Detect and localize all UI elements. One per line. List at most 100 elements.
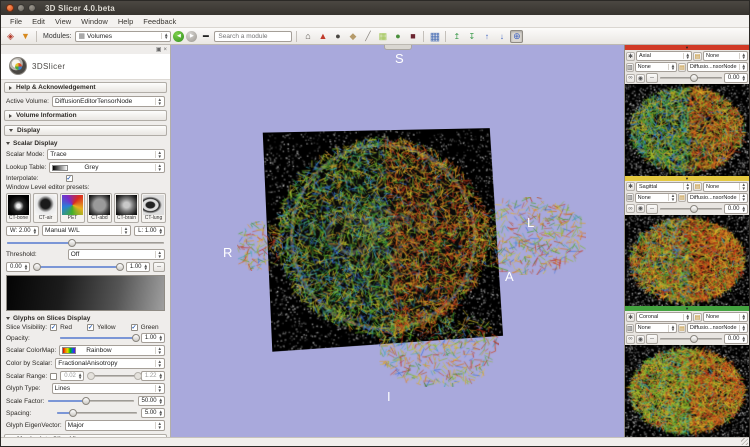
editor-icon[interactable]: ▦ xyxy=(376,30,389,43)
transform-drop-icon[interactable]: ↧ xyxy=(465,30,478,43)
annotations-icon[interactable]: ● xyxy=(331,30,344,43)
layers-icon[interactable]: ▤ xyxy=(693,313,702,322)
window-minimize-button[interactable] xyxy=(17,4,25,12)
menu-file[interactable]: File xyxy=(5,15,27,28)
layers-icon[interactable]: ▤ xyxy=(693,182,702,191)
scalar-mode-selector[interactable]: Trace ▲ ▼ xyxy=(47,149,165,160)
coronal-offset-spinbox[interactable]: 0.00 ▲ ▼ xyxy=(724,334,748,344)
gear-icon[interactable]: ✱ xyxy=(626,313,635,322)
link-icon[interactable]: ∞ xyxy=(626,204,635,213)
opacity-spinbox[interactable]: 1.00 ▲ ▼ xyxy=(141,333,165,343)
threshold-selector[interactable]: Off ▲ ▼ xyxy=(68,249,165,260)
layers-icon[interactable]: ▤ xyxy=(678,324,686,333)
axial-color-bar[interactable]: ▼ xyxy=(625,45,749,50)
threshold-range-slider[interactable] xyxy=(33,263,123,272)
coronal-volume-selector[interactable]: Diffusio...nsorNode ▲ ▼ xyxy=(687,323,748,333)
eye-icon[interactable]: ◉ xyxy=(636,74,645,83)
models-icon[interactable]: ◆ xyxy=(346,30,359,43)
red-visibility-checkbox[interactable]: ✓ xyxy=(50,324,57,331)
lookup-table-selector[interactable]: Grey ▲ ▼ xyxy=(49,162,165,173)
link-icon[interactable]: ∞ xyxy=(626,335,635,344)
window-level-slider[interactable] xyxy=(6,238,165,247)
coronal-foreground-selector[interactable]: None ▲ ▼ xyxy=(703,312,748,322)
axial-label-selector[interactable]: None ▲ ▼ xyxy=(635,62,678,72)
scalar-range-min-spinbox[interactable]: 0.02 ▲ ▼ xyxy=(60,371,84,381)
link-icon[interactable]: ∞ xyxy=(626,74,635,83)
dti-module-icon[interactable]: ▲ xyxy=(316,30,329,43)
scalar-display-header[interactable]: Scalar Display xyxy=(6,140,165,147)
axial-orientation-selector[interactable]: Axial ▲ ▼ xyxy=(636,51,692,61)
menu-view[interactable]: View xyxy=(50,15,76,28)
menu-feedback[interactable]: Feedback xyxy=(138,15,181,28)
interpolate-checkbox[interactable]: ✓ xyxy=(66,175,73,182)
scale-factor-slider[interactable] xyxy=(47,397,134,406)
coronal-orientation-selector[interactable]: Coronal ▲ ▼ xyxy=(636,312,692,322)
home-icon[interactable]: ⌂ xyxy=(301,30,314,43)
module-back-button[interactable]: ◀ xyxy=(173,31,184,42)
measure-icon[interactable]: ╱ xyxy=(361,30,374,43)
sagittal-volume-selector[interactable]: Diffusio...nsorNode ▲ ▼ xyxy=(687,193,748,203)
scale-factor-spinbox[interactable]: 50.00 ▲ ▼ xyxy=(138,396,165,406)
view-controller-tab[interactable] xyxy=(384,45,412,50)
layout-selector-icon[interactable]: ▦ xyxy=(428,30,441,43)
glyphs-header[interactable]: Glyphs on Slices Display xyxy=(6,315,165,322)
coronal-slice-image[interactable] xyxy=(625,345,749,437)
screen-capture-icon[interactable]: ■ xyxy=(406,30,419,43)
sagittal-orientation-selector[interactable]: Sagittal ▲ ▼ xyxy=(636,182,692,192)
scalar-range-checkbox[interactable] xyxy=(50,373,57,380)
label-layer-icon[interactable]: ▥ xyxy=(626,63,634,72)
gear-icon[interactable]: ✱ xyxy=(626,182,635,191)
crosshair-toggle-icon[interactable]: ⊕ xyxy=(510,30,523,43)
preset-ct-bone[interactable]: CT-bone xyxy=(6,193,31,223)
scalar-range-slider[interactable] xyxy=(87,372,137,381)
load-data-icon[interactable]: ◈ xyxy=(4,30,17,43)
glyph-type-selector[interactable]: Lines ▲ ▼ xyxy=(52,383,165,394)
eigenvector-selector[interactable]: Major ▲ ▼ xyxy=(65,420,165,431)
module-selector[interactable]: ▦ Volumes ▲ ▼ xyxy=(75,31,171,42)
coronal-label-selector[interactable]: None ▲ ▼ xyxy=(635,323,678,333)
menu-edit[interactable]: Edit xyxy=(27,15,50,28)
axial-dash-button[interactable]: -- xyxy=(646,73,658,83)
layers-icon[interactable]: ▤ xyxy=(678,63,686,72)
sagittal-label-selector[interactable]: None ▲ ▼ xyxy=(635,193,678,203)
spacing-spinbox[interactable]: 5.00 ▲ ▼ xyxy=(141,408,165,418)
sagittal-dash-button[interactable]: -- xyxy=(646,204,658,214)
window-close-button[interactable] xyxy=(6,4,14,12)
section-display[interactable]: Display xyxy=(4,125,167,136)
spacing-slider[interactable] xyxy=(56,409,138,418)
preset-ct-air[interactable]: CT-air xyxy=(33,193,58,223)
search-input[interactable] xyxy=(214,31,292,42)
save-icon[interactable]: ▼ xyxy=(19,30,32,43)
section-volume-info[interactable]: Volume Information xyxy=(4,110,167,121)
sagittal-color-bar[interactable]: ▼ xyxy=(625,176,749,181)
axial-offset-spinbox[interactable]: 0.00 ▲ ▼ xyxy=(724,73,748,83)
menu-window[interactable]: Window xyxy=(76,15,113,28)
green-visibility-checkbox[interactable]: ✓ xyxy=(131,324,138,331)
axial-foreground-selector[interactable]: None ▲ ▼ xyxy=(703,51,748,61)
module-history-icon[interactable]: ▬ xyxy=(199,30,212,43)
coronal-color-bar[interactable]: ▼ xyxy=(625,306,749,311)
axial-slice-image[interactable] xyxy=(625,84,749,176)
menu-help[interactable]: Help xyxy=(113,15,138,28)
section-help[interactable]: Help & Acknowledgement xyxy=(4,82,167,93)
eye-icon[interactable]: ◉ xyxy=(636,204,645,213)
label-layer-icon[interactable]: ▥ xyxy=(626,193,634,202)
axial-volume-selector[interactable]: Diffusio...nsorNode ▲ ▼ xyxy=(687,62,748,72)
axial-offset-slider[interactable] xyxy=(659,74,723,83)
threed-view[interactable]: S R L A I xyxy=(171,45,624,437)
preset-ct-lung[interactable]: CT-lung xyxy=(141,193,166,223)
window-maximize-button[interactable] xyxy=(28,4,36,12)
threshold-max-spinbox[interactable]: 1.00 ▲ ▼ xyxy=(126,262,150,272)
colormap-selector[interactable]: Rainbow ▲ ▼ xyxy=(59,345,165,356)
resize-grip[interactable] xyxy=(741,438,748,445)
layers-icon[interactable]: ▤ xyxy=(678,193,686,202)
volume-rendering-icon[interactable]: ● xyxy=(391,30,404,43)
fiducial-up-icon[interactable]: ↑ xyxy=(480,30,493,43)
label-layer-icon[interactable]: ▥ xyxy=(626,324,634,333)
window-spinbox[interactable]: W: 2.00 ▲ ▼ xyxy=(6,226,39,236)
undock-panel-icon[interactable]: ▣ xyxy=(156,46,162,54)
eye-icon[interactable]: ◉ xyxy=(636,335,645,344)
layers-icon[interactable]: ▤ xyxy=(693,52,702,61)
threshold-min-spinbox[interactable]: 0.00 ▲ ▼ xyxy=(6,262,30,272)
close-panel-icon[interactable]: × xyxy=(163,46,167,54)
